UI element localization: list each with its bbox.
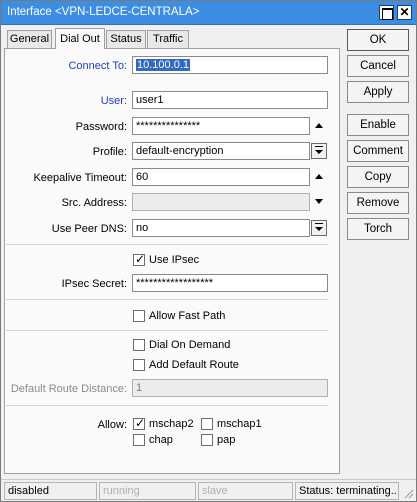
allow-chap-label: chap <box>149 434 173 446</box>
use-peer-dns-label: Use Peer DNS: <box>51 223 127 235</box>
ok-button[interactable]: OK <box>347 29 409 51</box>
status-running: running <box>99 482 196 500</box>
user-label: User: <box>100 95 127 107</box>
use-peer-dns-dropdown-icon[interactable] <box>311 220 327 236</box>
keepalive-field[interactable]: 60 <box>132 168 310 186</box>
torch-button[interactable]: Torch <box>347 218 409 240</box>
use-ipsec-checkbox[interactable] <box>133 252 145 266</box>
status-text: Status: terminating... <box>295 482 399 500</box>
resize-grip-icon[interactable] <box>402 487 414 499</box>
profile-label: Profile: <box>92 146 127 158</box>
dial-on-demand-checkbox[interactable] <box>133 339 145 351</box>
dial-on-demand-label: Dial On Demand <box>149 339 231 351</box>
profile-value: default-encryption <box>136 145 224 157</box>
profile-select[interactable]: default-encryption <box>132 142 310 160</box>
close-button[interactable]: ✕ <box>397 5 412 20</box>
user-value: user1 <box>136 94 164 106</box>
password-field[interactable]: *************** <box>132 117 310 135</box>
separator <box>6 405 328 406</box>
collapse-arrow-icon[interactable] <box>315 123 323 128</box>
keepalive-collapse-icon[interactable] <box>315 174 323 179</box>
add-default-route-checkbox[interactable] <box>133 359 145 371</box>
src-address-expand-icon[interactable] <box>315 199 323 204</box>
profile-dropdown-icon[interactable] <box>311 143 327 159</box>
src-address-label: Src. Address: <box>61 197 127 209</box>
tab-status[interactable]: Status <box>106 30 146 48</box>
window-title: Interface <VPN-LEDCE-CENTRALA> <box>7 6 200 18</box>
allow-chap-checkbox[interactable] <box>133 434 145 446</box>
apply-button[interactable]: Apply <box>347 81 409 103</box>
use-peer-dns-select[interactable]: no <box>132 219 310 237</box>
maximize-button[interactable] <box>379 5 394 20</box>
allow-mschap2-label: mschap2 <box>149 418 194 430</box>
remove-button[interactable]: Remove <box>347 192 409 214</box>
ipsec-secret-label: IPsec Secret: <box>61 278 127 290</box>
ipsec-secret-value: ****************** <box>136 277 214 289</box>
status-bar: disabled running slave Status: terminati… <box>1 479 416 501</box>
allow-mschap1-label: mschap1 <box>217 418 262 430</box>
tab-dial-out-label: Dial Out <box>60 33 100 45</box>
interface-window: Interface <VPN-LEDCE-CENTRALA> ✕ General… <box>0 0 417 502</box>
use-peer-dns-value: no <box>136 222 149 234</box>
connect-to-label: Connect To: <box>68 60 127 72</box>
allow-fast-path-label: Allow Fast Path <box>149 310 226 322</box>
user-field[interactable]: user1 <box>132 91 328 109</box>
title-bar[interactable]: Interface <VPN-LEDCE-CENTRALA> ✕ <box>1 1 416 25</box>
password-label: Password: <box>75 121 127 133</box>
default-route-distance-value: 1 <box>136 382 143 394</box>
connect-to-value: 10.100.0.1 <box>136 59 190 71</box>
default-route-distance-label: Default Route Distance: <box>10 383 127 395</box>
src-address-field[interactable] <box>132 193 310 211</box>
keepalive-label: Keepalive Timeout: <box>33 172 127 184</box>
keepalive-value: 60 <box>136 171 149 183</box>
status-state: disabled <box>4 482 97 500</box>
allow-pap-checkbox[interactable] <box>201 434 213 446</box>
allow-fast-path-checkbox[interactable] <box>133 310 145 322</box>
copy-button[interactable]: Copy <box>347 166 409 188</box>
separator <box>6 299 328 300</box>
allow-label: Allow: <box>97 419 127 431</box>
ipsec-secret-field[interactable]: ****************** <box>132 274 328 292</box>
close-icon: ✕ <box>399 5 410 19</box>
cancel-button[interactable]: Cancel <box>347 55 409 77</box>
allow-pap-label: pap <box>217 434 236 446</box>
comment-button[interactable]: Comment <box>347 140 409 162</box>
separator <box>6 330 328 331</box>
connect-to-field[interactable]: 10.100.0.1 <box>132 56 328 74</box>
allow-mschap2-checkbox[interactable] <box>133 416 145 430</box>
add-default-route-label: Add Default Route <box>149 359 239 371</box>
status-slave: slave <box>198 482 293 500</box>
tab-general[interactable]: General <box>7 30 52 48</box>
tab-dial-out[interactable]: Dial Out <box>55 28 105 49</box>
tab-general-label: General <box>9 33 50 45</box>
separator <box>6 244 328 245</box>
tab-traffic[interactable]: Traffic <box>147 30 189 48</box>
default-route-distance-field[interactable]: 1 <box>132 379 328 397</box>
tab-traffic-label: Traffic <box>153 33 183 45</box>
password-value: *************** <box>136 120 201 132</box>
tab-status-label: Status <box>110 33 142 45</box>
use-ipsec-label: Use IPsec <box>149 254 200 266</box>
allow-mschap1-checkbox[interactable] <box>201 418 213 430</box>
enable-button[interactable]: Enable <box>347 114 409 136</box>
